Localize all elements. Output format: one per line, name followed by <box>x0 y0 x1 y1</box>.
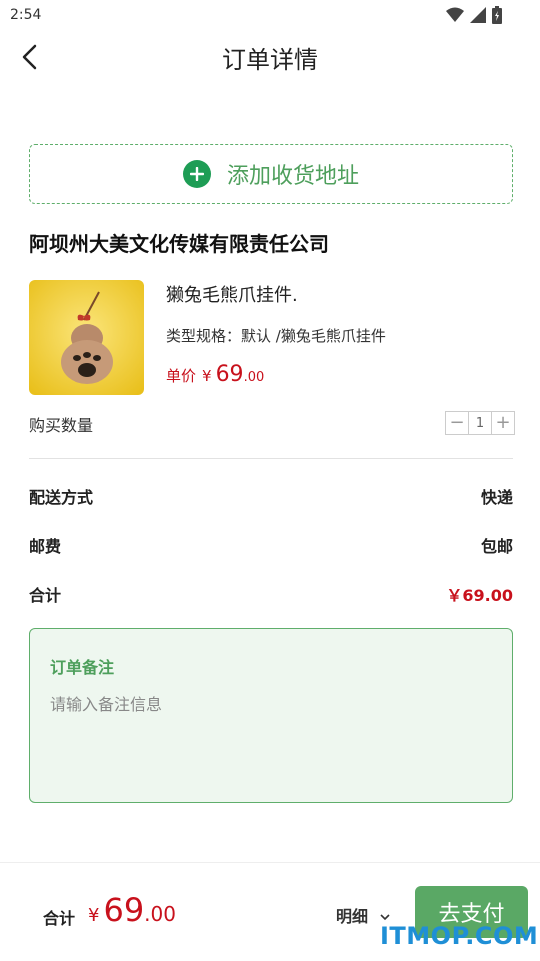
quantity-stepper: − 1 + <box>445 411 515 435</box>
add-address-label: 添加收货地址 <box>226 164 359 189</box>
bottom-total-integer: 69 <box>103 891 145 929</box>
remark-box: 订单备注 <box>29 628 513 803</box>
product-spec: 类型规格：默认 /獭兔毛熊爪挂件 <box>166 327 386 345</box>
unit-price-integer: 69 <box>215 362 244 387</box>
bottom-total-price: ¥ 69 .00 <box>88 891 176 929</box>
quantity-value[interactable]: 1 <box>468 412 492 434</box>
unit-price-decimal: .00 <box>243 370 265 385</box>
product-name: 獭兔毛熊爪挂件. <box>166 285 298 306</box>
unit-price-label: 单价 <box>166 367 197 385</box>
unit-price-symbol: ¥ <box>202 367 212 385</box>
remark-input[interactable] <box>50 689 490 719</box>
divider <box>29 458 513 459</box>
status-icons <box>446 6 502 28</box>
product-image <box>29 280 144 395</box>
postage-label: 邮费 <box>29 537 62 556</box>
delivery-method-row: 配送方式 快递 <box>29 484 513 508</box>
total-row: 合计 ￥69.00 <box>29 582 513 606</box>
detail-label: 明细 <box>336 907 369 926</box>
minus-button[interactable]: − <box>446 412 468 434</box>
status-time: 2:54 <box>10 7 42 23</box>
postage-value: 包邮 <box>480 537 513 556</box>
total-value: ￥69.00 <box>446 586 513 605</box>
postage-row: 邮费 包邮 <box>29 533 513 557</box>
status-bar: 2:54 <box>0 0 540 32</box>
plus-circle-icon <box>182 160 211 188</box>
wifi-icon <box>446 7 464 27</box>
add-address-button[interactable]: 添加收货地址 <box>29 144 513 204</box>
remark-title: 订单备注 <box>50 658 115 677</box>
watermark: ITMOP.COM <box>380 922 539 950</box>
bottom-total-symbol: ¥ <box>88 905 100 926</box>
page-title: 订单详情 <box>222 46 318 74</box>
header: 订单详情 <box>0 32 540 84</box>
battery-icon <box>492 6 502 28</box>
plus-button[interactable]: + <box>492 412 514 434</box>
bottom-total-decimal: .00 <box>144 902 176 926</box>
delivery-method-label: 配送方式 <box>29 488 94 507</box>
quantity-label: 购买数量 <box>29 416 94 435</box>
total-label: 合计 <box>29 586 62 605</box>
bottom-total-label: 合计 <box>43 909 76 928</box>
signal-icon <box>470 7 486 27</box>
unit-price: 单价 ¥ 69 .00 <box>166 362 264 387</box>
delivery-method-value: 快递 <box>480 488 513 507</box>
shop-name: 阿坝州大美文化传媒有限责任公司 <box>29 232 329 256</box>
